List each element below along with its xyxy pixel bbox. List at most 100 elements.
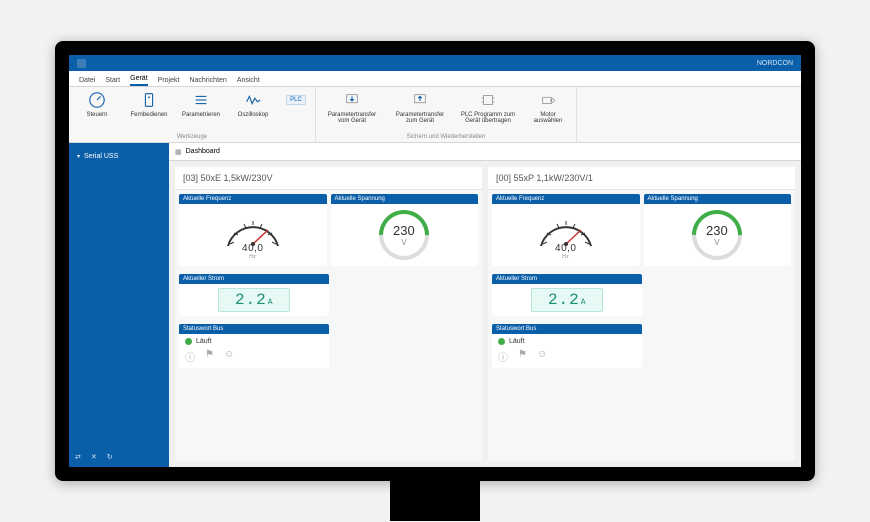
monitor-frame: NORDCON Datei Start Gerät Projekt Nachri… bbox=[55, 41, 815, 481]
ribbon-steuern-label: Steuern bbox=[86, 112, 107, 118]
ribbon-group-tools: Steuern Fernbedienen Parametrieren bbox=[69, 87, 316, 142]
menu-tab-datei[interactable]: Datei bbox=[79, 75, 95, 86]
volt-unit-1: V bbox=[706, 238, 728, 247]
ribbon-motor[interactable]: Motor auswählen bbox=[526, 90, 570, 134]
gauge-voltage-1: 230 V bbox=[686, 208, 748, 262]
tile-status-0-head: Statuswort Bus bbox=[179, 324, 329, 334]
curr-value-1: 2.2 bbox=[548, 291, 580, 309]
tile-frequency-1-head: Aktuelle Frequenz bbox=[492, 194, 640, 204]
main-area: ▦ Dashboard [03] 50xE 1,5kW/230V Aktuell… bbox=[169, 143, 801, 467]
dashboard-area: [03] 50xE 1,5kW/230V Aktuelle Frequenz bbox=[169, 161, 801, 467]
tile-voltage-0: Aktuelle Spannung 230 V bbox=[331, 194, 479, 266]
status-smile-icon[interactable]: ☺ bbox=[537, 349, 547, 364]
tile-voltage-1-head: Aktuelle Spannung bbox=[644, 194, 792, 204]
gauge-frequency-0: 40,0 Hz bbox=[220, 210, 286, 260]
oscilloscope-icon bbox=[243, 90, 263, 110]
status-dot-icon bbox=[498, 338, 505, 345]
dashboard-icon: ▦ bbox=[175, 148, 182, 156]
tile-status-1: Statuswort Bus Läuft ⓘ ⚑ bbox=[492, 324, 642, 368]
device-title-0: [03] 50xE 1,5kW/230V bbox=[175, 167, 482, 190]
ribbon-plc[interactable]: PLC bbox=[283, 90, 309, 134]
freq-value-0: 40,0 bbox=[242, 243, 263, 254]
app-icon bbox=[77, 59, 86, 68]
ribbon-plc-transfer-label: PLC Programm zum Gerät übertragen bbox=[461, 112, 515, 124]
plc-icon: PLC bbox=[286, 90, 306, 110]
ribbon-group-backup-label: Sichern und Wiederherstellen bbox=[322, 134, 570, 140]
tile-current-1: Aktueller Strom 2.2 A bbox=[492, 274, 642, 316]
device-title-1: [00] 55xP 1,1kW/230V/1 bbox=[488, 167, 795, 190]
ribbon-paramtransfer-to[interactable]: Parametertransfer zum Gerät bbox=[390, 90, 450, 134]
lcd-current-1: 2.2 A bbox=[531, 288, 603, 312]
device-panel-0: [03] 50xE 1,5kW/230V Aktuelle Frequenz bbox=[175, 167, 482, 461]
lcd-current-0: 2.2 A bbox=[218, 288, 290, 312]
menu-tab-geraet[interactable]: Gerät bbox=[130, 73, 148, 86]
menu-tabs: Datei Start Gerät Projekt Nachrichten An… bbox=[69, 71, 801, 87]
status-dot-icon bbox=[185, 338, 192, 345]
app-name: NORDCON bbox=[757, 60, 793, 67]
ribbon-parametrieren-label: Parametrieren bbox=[182, 112, 220, 118]
ribbon-parametrieren[interactable]: Parametrieren bbox=[179, 90, 223, 134]
content-tabstrip: ▦ Dashboard bbox=[169, 143, 801, 161]
sidebar-icon-3[interactable]: ↻ bbox=[107, 453, 113, 461]
curr-unit-1: A bbox=[581, 298, 586, 307]
ribbon-group-backup: Parametertransfer vom Gerät Parametertra… bbox=[316, 87, 577, 142]
freq-unit-1: Hz bbox=[533, 254, 599, 260]
ribbon: Steuern Fernbedienen Parametrieren bbox=[69, 87, 801, 143]
curr-value-0: 2.2 bbox=[235, 291, 267, 309]
menu-tab-start[interactable]: Start bbox=[105, 75, 120, 86]
ribbon-oszilloskop-label: Oszilloskop bbox=[238, 112, 269, 118]
status-info-icon[interactable]: ⓘ bbox=[185, 349, 195, 364]
status-flag-icon[interactable]: ⚑ bbox=[205, 349, 214, 364]
sidebar-item-label: Serial USS bbox=[84, 153, 118, 160]
ribbon-steuern[interactable]: Steuern bbox=[75, 90, 119, 134]
status-text-0: Läuft bbox=[196, 338, 212, 345]
tile-voltage-0-head: Aktuelle Spannung bbox=[331, 194, 479, 204]
volt-value-1: 230 bbox=[706, 223, 728, 238]
ribbon-fernbedienen[interactable]: Fernbedienen bbox=[127, 90, 171, 134]
status-text-1: Läuft bbox=[509, 338, 525, 345]
curr-unit-0: A bbox=[268, 298, 273, 307]
monitor-stand bbox=[390, 481, 480, 521]
tile-voltage-1: Aktuelle Spannung 230 V bbox=[644, 194, 792, 266]
tab-dashboard[interactable]: Dashboard bbox=[186, 148, 220, 155]
app-window: NORDCON Datei Start Gerät Projekt Nachri… bbox=[69, 55, 801, 467]
status-smile-icon[interactable]: ☺ bbox=[224, 349, 234, 364]
menu-tab-projekt[interactable]: Projekt bbox=[158, 75, 180, 86]
sidebar-icon-2[interactable]: ✕ bbox=[91, 453, 97, 461]
status-flag-icon[interactable]: ⚑ bbox=[518, 349, 527, 364]
tile-current-1-head: Aktueller Strom bbox=[492, 274, 642, 284]
ribbon-motor-label: Motor auswählen bbox=[534, 112, 563, 124]
menu-tab-ansicht[interactable]: Ansicht bbox=[237, 75, 260, 86]
ribbon-oszilloskop[interactable]: Oszilloskop bbox=[231, 90, 275, 134]
tile-status-1-head: Statuswort Bus bbox=[492, 324, 642, 334]
remote-icon bbox=[139, 90, 159, 110]
upload-icon bbox=[410, 90, 430, 110]
freq-unit-0: Hz bbox=[220, 254, 286, 260]
gauge-icon bbox=[87, 90, 107, 110]
ribbon-pt-from-label: Parametertransfer vom Gerät bbox=[328, 112, 376, 124]
status-info-icon[interactable]: ⓘ bbox=[498, 349, 508, 364]
gauge-voltage-0: 230 V bbox=[373, 208, 435, 262]
tile-current-0: Aktueller Strom 2.2 A bbox=[179, 274, 329, 316]
ribbon-plc-transfer[interactable]: PLC Programm zum Gerät übertragen bbox=[458, 90, 518, 134]
ribbon-paramtransfer-from[interactable]: Parametertransfer vom Gerät bbox=[322, 90, 382, 134]
sidebar-icon-1[interactable]: ⇄ bbox=[75, 453, 81, 461]
tile-frequency-0: Aktuelle Frequenz bbox=[179, 194, 327, 266]
list-icon bbox=[191, 90, 211, 110]
tile-status-0: Statuswort Bus Läuft ⓘ ⚑ bbox=[179, 324, 329, 368]
title-bar: NORDCON bbox=[69, 55, 801, 71]
freq-value-1: 40,0 bbox=[555, 243, 576, 254]
ribbon-pt-to-label: Parametertransfer zum Gerät bbox=[396, 112, 444, 124]
gauge-frequency-1: 40,0 Hz bbox=[533, 210, 599, 260]
volt-unit-0: V bbox=[393, 238, 415, 247]
ribbon-group-tools-label: Werkzeuge bbox=[75, 134, 309, 140]
menu-tab-nachrichten[interactable]: Nachrichten bbox=[189, 75, 226, 86]
volt-value-0: 230 bbox=[393, 223, 415, 238]
tile-frequency-1: Aktuelle Frequenz bbox=[492, 194, 640, 266]
sidebar-item-serial-uss[interactable]: ▾ Serial USS bbox=[75, 149, 163, 164]
plc-badge: PLC bbox=[286, 95, 306, 105]
tile-frequency-0-head: Aktuelle Frequenz bbox=[179, 194, 327, 204]
chevron-down-icon: ▾ bbox=[77, 153, 80, 160]
download-icon bbox=[342, 90, 362, 110]
motor-icon bbox=[538, 90, 558, 110]
